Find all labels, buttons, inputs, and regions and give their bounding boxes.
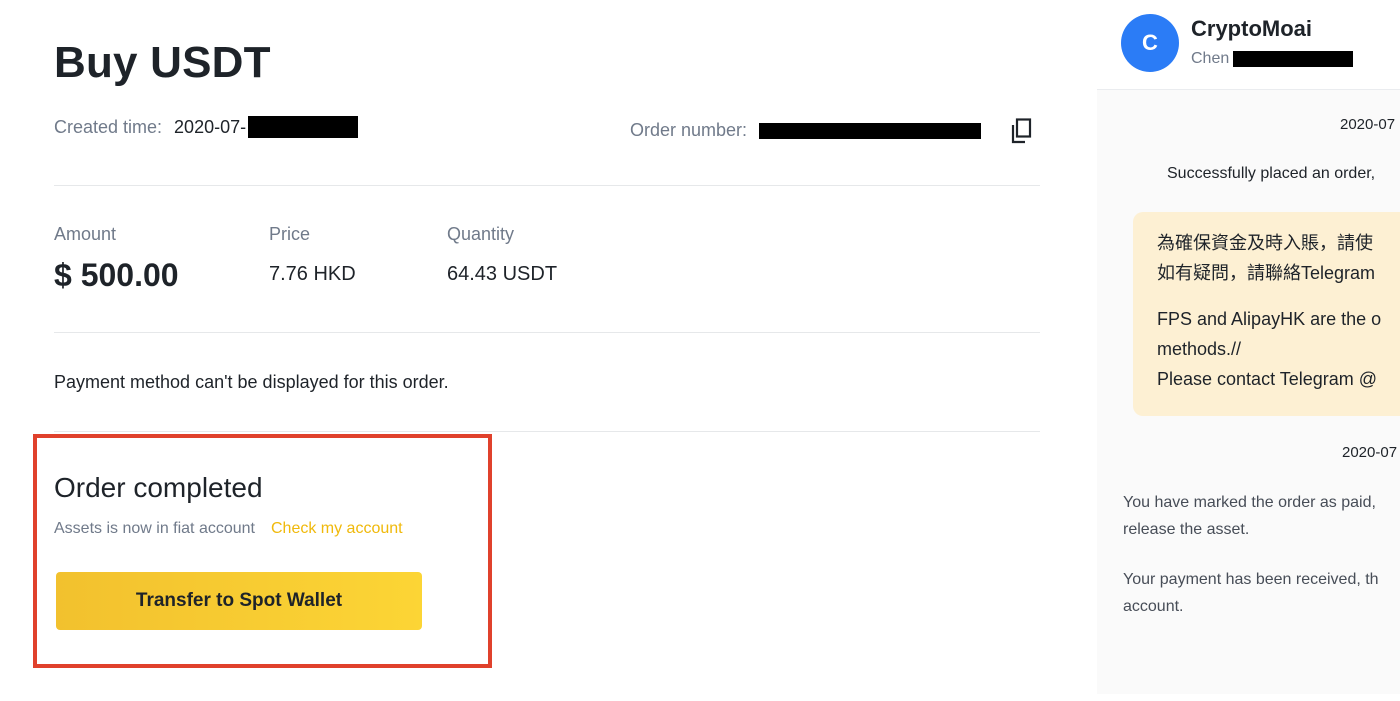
merchant-name: CryptoMoai bbox=[1191, 16, 1312, 41]
merchant-subname: Chen bbox=[1191, 50, 1354, 68]
created-time-value: 2020-07- bbox=[174, 116, 247, 137]
order-number: Order number: bbox=[630, 120, 982, 141]
system-message: Successfully placed an order, bbox=[1167, 165, 1376, 182]
chat-header: C CryptoMoai Chen bbox=[1097, 0, 1400, 90]
assets-note: Assets is now in fiat account bbox=[54, 520, 255, 537]
chat-date: 2020-07 bbox=[1342, 444, 1398, 461]
quantity-label: Quantity bbox=[447, 224, 515, 244]
assets-row: Assets is now in fiat account Check my a… bbox=[54, 520, 403, 538]
redaction-bar bbox=[1233, 51, 1354, 67]
order-number-label: Order number: bbox=[630, 120, 748, 140]
message-line: account. bbox=[1123, 598, 1184, 615]
copy-icon[interactable] bbox=[1010, 118, 1032, 144]
avatar: C bbox=[1121, 14, 1179, 72]
merchant-subname-text: Chen bbox=[1191, 50, 1230, 67]
amount-value: $ 500.00 bbox=[54, 257, 179, 293]
order-status-title: Order completed bbox=[54, 472, 263, 503]
amount-stat: Amount $ 500.00 bbox=[54, 224, 179, 294]
chat-date: 2020-07 bbox=[1340, 116, 1396, 133]
price-label: Price bbox=[269, 224, 311, 244]
redaction-bar bbox=[759, 122, 982, 139]
page-title: Buy USDT bbox=[54, 38, 271, 87]
system-message-paid: You have marked the order as paid, relea… bbox=[1123, 489, 1400, 543]
message-line: You have marked the order as paid, bbox=[1123, 494, 1376, 511]
created-time: Created time: 2020-07- bbox=[54, 116, 359, 138]
chat-panel: C CryptoMoai Chen 2020-07 Successfully p… bbox=[1097, 0, 1400, 694]
quantity-stat: Quantity 64.43 USDT bbox=[447, 224, 557, 286]
highlight-box bbox=[33, 434, 492, 668]
bubble-line: 如有疑問，請聯絡Telegram bbox=[1157, 263, 1376, 283]
quantity-value: 64.43 USDT bbox=[447, 263, 558, 285]
redaction-bar bbox=[248, 116, 359, 138]
message-line: release the asset. bbox=[1123, 521, 1250, 538]
check-account-link[interactable]: Check my account bbox=[271, 520, 403, 538]
transfer-to-spot-wallet-button[interactable]: Transfer to Spot Wallet bbox=[56, 572, 422, 630]
bubble-line: 為確保資金及時入賬，請使 bbox=[1157, 233, 1373, 253]
price-stat: Price 7.76 HKD bbox=[269, 224, 356, 286]
payment-method-note: Payment method can't be displayed for th… bbox=[54, 372, 449, 392]
bubble-line: FPS and AlipayHK are the o bbox=[1157, 309, 1382, 329]
price-value: 7.76 HKD bbox=[269, 263, 356, 285]
divider bbox=[54, 431, 1040, 432]
order-panel: Buy USDT Created time: 2020-07- Order nu… bbox=[0, 0, 1080, 701]
merchant-message-bubble: 為確保資金及時入賬，請使 如有疑問，請聯絡Telegram FPS and Al… bbox=[1133, 212, 1400, 416]
system-message-received: Your payment has been received, th accou… bbox=[1123, 566, 1400, 620]
divider bbox=[54, 332, 1040, 333]
bubble-line: methods.// bbox=[1157, 339, 1242, 359]
amount-label: Amount bbox=[54, 224, 117, 244]
bubble-line: Please contact Telegram @ bbox=[1157, 369, 1378, 389]
message-line: Your payment has been received, th bbox=[1123, 571, 1379, 588]
created-time-label: Created time: bbox=[54, 116, 163, 137]
divider bbox=[54, 185, 1040, 186]
